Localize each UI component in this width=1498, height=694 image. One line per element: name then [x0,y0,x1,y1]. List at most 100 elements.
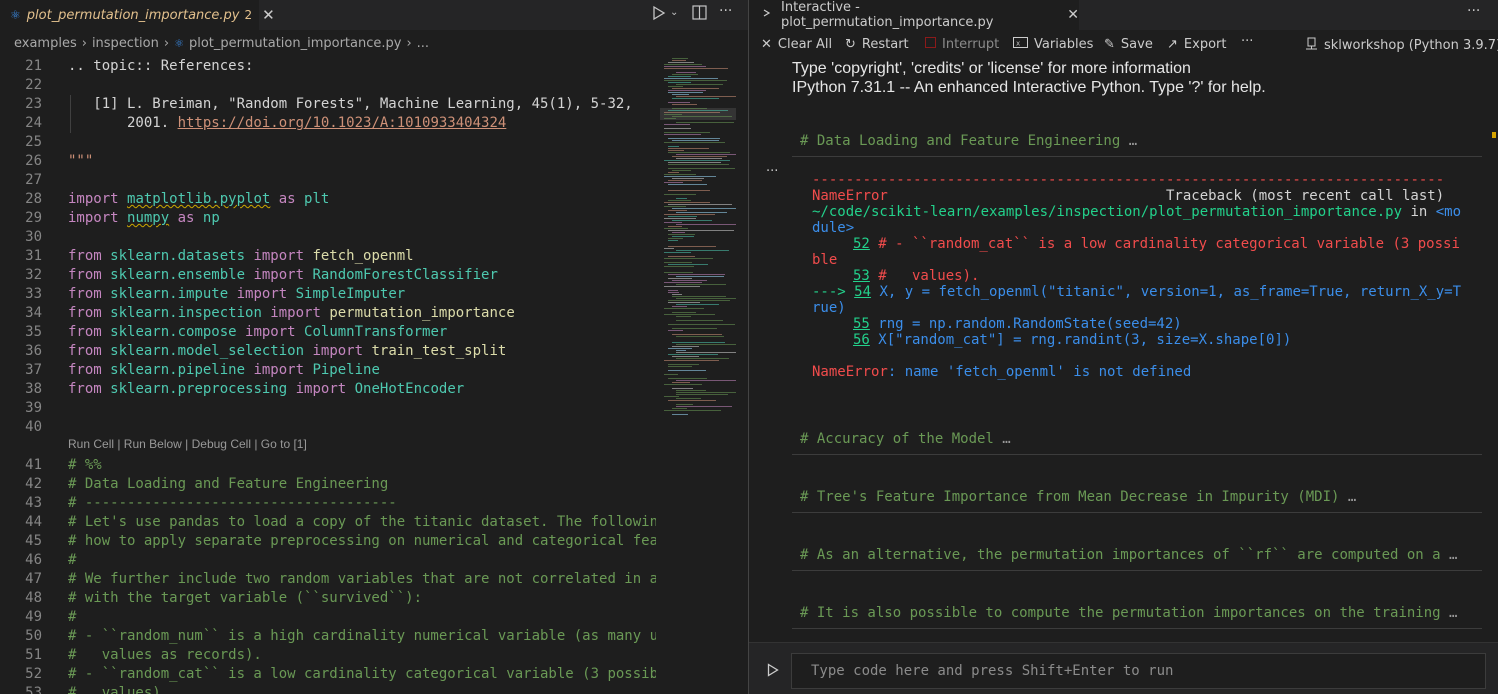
minimap-line [676,304,719,305]
run-input-icon[interactable] [767,663,779,681]
minimap-line [668,148,709,149]
breadcrumb-item[interactable]: examples [14,36,77,51]
collapsed-cell[interactable]: # It is also possible to compute the per… [792,599,1482,629]
variables-button[interactable]: x Variables [1013,37,1093,52]
code-line[interactable]: 44 # Let's use pandas to load a copy of t… [0,513,656,532]
code-line[interactable]: 50 # - ``random_num`` is a high cardinali… [0,627,656,646]
interactive-tab[interactable]: Interactive - plot_permutation_importanc… [749,0,1079,30]
code-token[interactable]: https://doi.org/10.1023/A:1010933404324 [178,115,507,131]
code-line[interactable]: 22 [0,76,656,95]
close-tab-icon[interactable]: ✕ [1067,7,1079,23]
code-line[interactable]: 42 # Data Loading and Feature Engineering [0,475,656,494]
code-line[interactable]: 23 [1] L. Breiman, "Random Forests", Mac… [0,95,656,114]
code-line[interactable]: 27 [0,171,656,190]
breadcrumb-item[interactable]: ... [417,36,429,51]
toolbar-more-icon[interactable]: ··· [1241,34,1253,49]
code-line[interactable]: 36 from sklearn.model_selection import tr… [0,342,656,361]
editor-scrollbar[interactable] [736,56,748,694]
clear-all-button[interactable]: ✕ Clear All [761,37,832,52]
minimap-line [676,392,738,393]
run-dropdown-chevron-icon[interactable]: ⌄ [670,7,678,18]
codelens-actions[interactable]: Run Cell | Run Below | Debug Cell | Go t… [68,437,307,455]
code-line[interactable]: 25 [0,133,656,152]
code-line[interactable]: 48 # with the target variable (``survived… [0,589,656,608]
code-line[interactable]: 47 # We further include two random variab… [0,570,656,589]
line-number-link[interactable]: 53 [853,268,870,284]
cell-more-icon[interactable]: ··· [766,164,778,179]
collapsed-cell[interactable]: # Accuracy of the Model … [792,425,1482,455]
code-line[interactable]: 21 .. topic:: References: [0,57,656,76]
minimap-line [672,280,707,281]
breadcrumb-item[interactable]: plot_permutation_importance.py [189,36,402,51]
code-line[interactable]: 49 # [0,608,656,627]
more-actions-icon[interactable]: ··· [1467,3,1480,19]
minimap-line [672,342,725,343]
code-content: # - ``random_cat`` is a low cardinality … [68,665,656,684]
minimap-line [672,408,687,409]
code-line[interactable]: 53 # values). [0,684,656,694]
code-line[interactable]: 32 from sklearn.ensemble import RandomFor… [0,266,656,285]
restart-button[interactable]: ↻ Restart [845,37,909,52]
minimap-line [676,212,727,213]
code-line[interactable]: 40 [0,418,656,437]
minimap[interactable] [660,56,743,694]
code-line[interactable]: 29 import numpy as np [0,209,656,228]
line-number-link[interactable]: 54 [854,284,871,300]
code-line[interactable]: 24 2001. https://doi.org/10.1023/A:10109… [0,114,656,133]
minimap-line [672,232,685,233]
close-tab-icon[interactable]: ✕ [262,6,275,24]
code-token: # - ``random_num`` is a high cardinality… [68,628,656,644]
code-input-field[interactable] [791,653,1486,689]
minimap-line [664,118,676,119]
editor-tab[interactable]: ⚛ plot_permutation_importance.py 2 ✕ [0,0,275,30]
minimap-line [668,190,710,191]
code-line[interactable]: 34 from sklearn.inspection import permuta… [0,304,656,323]
code-line[interactable]: 33 from sklearn.impute import SimpleImput… [0,285,656,304]
breadcrumb-item[interactable]: inspection [92,36,159,51]
code-line[interactable]: 28 import matplotlib.pyplot as plt [0,190,656,209]
minimap-line [664,194,696,195]
code-line[interactable]: 46 # [0,551,656,570]
line-number-link[interactable]: 56 [853,332,870,348]
code-line[interactable]: 52 # - ``random_cat`` is a low cardinalit… [0,665,656,684]
chevron-right-icon: › [81,35,87,51]
code-line[interactable]: 43 # ------------------------------------… [0,494,656,513]
code-token: sklearn.preprocessing [110,381,288,397]
code-editor[interactable]: 21 .. topic:: References: 22 23 [1] L. Brei… [0,56,656,694]
interrupt-button[interactable]: Interrupt [925,37,999,52]
run-python-file-icon[interactable] [652,5,666,25]
code-line[interactable]: 45 # how to apply separate preprocessing … [0,532,656,551]
minimap-line [668,172,679,173]
code-content: from sklearn.model_selection import trai… [68,342,506,361]
code-token: fetch_openml [312,248,414,264]
collapsed-cell[interactable]: # Tree's Feature Importance from Mean De… [792,483,1482,513]
collapsed-cell[interactable]: # Data Loading and Feature Engineering … [792,127,1482,157]
code-content: # [68,608,76,627]
line-number-link[interactable]: 52 [853,236,870,252]
collapsed-cell[interactable]: # As an alternative, the permutation imp… [792,541,1482,571]
minimap-line [676,72,696,73]
code-line[interactable]: 37 from sklearn.pipeline import Pipeline [0,361,656,380]
code-line[interactable]: 39 [0,399,656,418]
traceback-file-path[interactable]: ~/code/scikit-learn/examples/inspection/… [812,204,1402,220]
code-line[interactable]: 41 # %% [0,456,656,475]
export-button[interactable]: ↗ Export [1167,37,1226,52]
code-line[interactable]: 31 from sklearn.datasets import fetch_ope… [0,247,656,266]
minimap-line [668,86,683,87]
code-line[interactable]: 38 from sklearn.preprocessing import OneH… [0,380,656,399]
code-line[interactable]: 30 [0,228,656,247]
code-line[interactable]: 51 # values as records). [0,646,656,665]
save-button[interactable]: ✎ Save [1104,37,1153,52]
code-token: ColumnTransformer [304,324,448,340]
code-content: # %% [68,456,102,475]
line-number: 44 [25,514,42,530]
chevron-right-icon: › [406,35,412,51]
code-line[interactable]: 26 """ [0,152,656,171]
more-actions-icon[interactable]: ··· [719,3,732,19]
code-line[interactable]: 35 from sklearn.compose import ColumnTran… [0,323,656,342]
code-token: # %% [68,457,102,473]
kernel-picker[interactable]: sklworkshop (Python 3.9.7) [1305,37,1498,54]
code-content: # Let's use pandas to load a copy of the… [68,513,656,532]
split-editor-icon[interactable] [692,5,707,24]
line-number-link[interactable]: 55 [853,316,870,332]
